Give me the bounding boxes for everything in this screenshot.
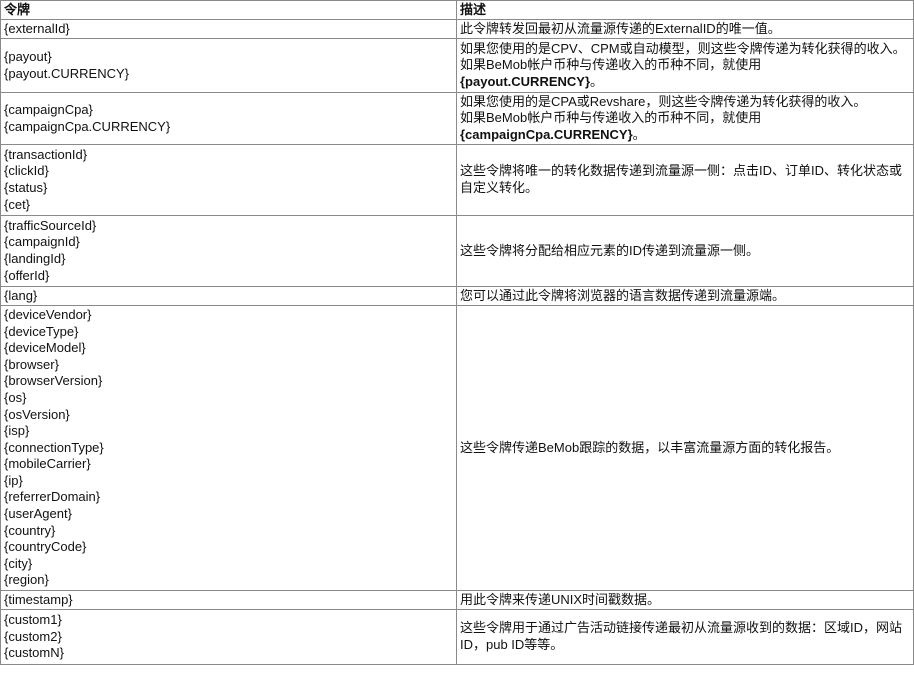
token-cell: {custom1} {custom2} {customN}: [0, 609, 457, 665]
header-row: 令牌 描述: [0, 0, 914, 20]
token-cell: {payout} {payout.CURRENCY}: [0, 38, 457, 93]
description-text: 这些令牌传递BeMob跟踪的数据，以丰富流量源方面的转化报告。: [460, 440, 910, 457]
description-sentence: 如果BeMob帐户币种与传递收入的币种不同，就使用: [460, 57, 762, 73]
token-name: {customN}: [4, 645, 64, 661]
description-cell: 您可以通过此令牌将浏览器的语言数据传递到流量源端。: [456, 286, 914, 306]
token-name: {custom1}: [4, 612, 62, 628]
token-cell: {externalId}: [0, 19, 457, 39]
token-name: {lang}: [4, 287, 38, 303]
table-row: {payout} {payout.CURRENCY} 如果您使用的是CPV、CPM或…: [0, 38, 914, 93]
token-name: {deviceModel}: [4, 340, 86, 356]
description-sentence: 这些令牌将唯一的转化数据传递到流量源一侧：点击ID、订单ID、转化状态或自定义转…: [460, 163, 903, 195]
token-name: {userAgent}: [4, 506, 72, 522]
token-name: {os}: [4, 389, 27, 405]
description-text: 如果BeMob帐户币种与传递收入的币种不同，就使用: [460, 57, 910, 74]
token-name: {custom2}: [4, 628, 62, 644]
token-name: {isp}: [4, 423, 30, 439]
token-cell: {campaignCpa} {campaignCpa.CURRENCY}: [0, 92, 457, 145]
description-text: {payout.CURRENCY}。: [460, 74, 910, 91]
token-name: {offerId}: [4, 267, 50, 283]
table-row: {externalId} 此令牌转发回最初从流量源传递的ExternalID的唯一…: [0, 19, 914, 39]
token-cell: {deviceVendor} {deviceType} {deviceModel}{…: [0, 305, 457, 591]
token-name: {referrerDomain}: [4, 489, 101, 505]
table-row: {custom1} {custom2} {customN} 这些令牌用于通过广告活动链…: [0, 609, 914, 665]
description-cell: 此令牌转发回最初从流量源传递的ExternalID的唯一值。: [456, 19, 914, 39]
token-name: {osVersion}: [4, 406, 70, 422]
token-cell: {transactionId} {clickId} {status} {cet}: [0, 144, 457, 216]
description-cell: 如果您使用的是CPA或Revshare，则这些令牌传递为转化获得的收入。 如果Be…: [456, 92, 914, 145]
description-text: 这些令牌将分配给相应元素的ID传递到流量源一侧。: [460, 243, 910, 260]
description-sentence: 您可以通过此令牌将浏览器的语言数据传递到流量源端。: [460, 287, 786, 303]
token-cell: {lang}: [0, 286, 457, 306]
description-text: 您可以通过此令牌将浏览器的语言数据传递到流量源端。: [460, 288, 910, 305]
description-text: 如果您使用的是CPV、CPM或自动模型，则这些令牌传递为转化获得的收入。: [460, 41, 910, 58]
token-name: {browser}: [4, 356, 59, 372]
token-name: {payout.CURRENCY}: [4, 65, 129, 81]
table-row: {deviceVendor} {deviceType} {deviceModel}{…: [0, 305, 914, 591]
token-name: {externalId}: [4, 20, 70, 36]
token-name: {city}: [4, 555, 33, 571]
token-name: {countryCode}: [4, 539, 87, 555]
description-cell: 这些令牌将分配给相应元素的ID传递到流量源一侧。: [456, 215, 914, 287]
description-sentence: 此令牌转发回最初从流量源传递的ExternalID的唯一值。: [460, 20, 781, 36]
description-punctuation: 。: [632, 126, 646, 142]
table-row: {timestamp} 用此令牌来传递UNIX时间戳数据。: [0, 590, 914, 610]
table-body: {externalId} 此令牌转发回最初从流量源传递的ExternalID的唯一…: [0, 19, 914, 665]
token-name: {campaignCpa.CURRENCY}: [4, 118, 171, 134]
description-sentence: 用此令牌来传递UNIX时间戳数据。: [460, 591, 661, 607]
token-table: 令牌 描述 {externalId} 此令牌转发回最初从流量源传递的Externa…: [0, 0, 914, 665]
token-cell: {trafficSourceId} {campaignId} {landingId}…: [0, 215, 457, 287]
token-name: {connectionType}: [4, 439, 104, 455]
description-sentence: 如果您使用的是CPA或Revshare，则这些令牌传递为转化获得的收入。: [460, 93, 867, 109]
token-name: {payout}: [4, 48, 52, 64]
description-text: 如果BeMob帐户币种与传递收入的币种不同，就使用: [460, 110, 910, 127]
description-text: 用此令牌来传递UNIX时间戳数据。: [460, 592, 910, 609]
token-reference: {payout.CURRENCY}: [460, 73, 591, 89]
header-token: 令牌: [0, 0, 457, 20]
token-name: {cet}: [4, 196, 31, 212]
token-name: {mobileCarrier}: [4, 456, 91, 472]
table-row: {campaignCpa} {campaignCpa.CURRENCY} 如果您使用…: [0, 92, 914, 145]
token-cell: {timestamp}: [0, 590, 457, 610]
token-reference: {campaignCpa.CURRENCY}: [460, 126, 633, 142]
description-text: 这些令牌将唯一的转化数据传递到流量源一侧：点击ID、订单ID、转化状态或自定义转…: [460, 163, 910, 196]
description-text: {campaignCpa.CURRENCY}。: [460, 127, 910, 144]
token-name: {landingId}: [4, 251, 66, 266]
description-sentence: 这些令牌将分配给相应元素的ID传递到流量源一侧。: [460, 242, 760, 258]
token-name: {timestamp}: [4, 591, 73, 607]
token-name: {browserVersion}: [4, 373, 103, 389]
token-name: {campaignCpa}: [4, 101, 93, 117]
description-punctuation: 。: [590, 73, 604, 89]
table-row: {trafficSourceId} {campaignId} {landingId}…: [0, 215, 914, 287]
description-sentence: 如果BeMob帐户币种与传递收入的币种不同，就使用: [460, 110, 762, 126]
token-name: {clickId}: [4, 163, 49, 179]
token-name: {status}: [4, 180, 48, 195]
description-cell: 用此令牌来传递UNIX时间戳数据。: [456, 590, 914, 610]
table-row: {lang} 您可以通过此令牌将浏览器的语言数据传递到流量源端。: [0, 286, 914, 306]
description-cell: 这些令牌传递BeMob跟踪的数据，以丰富流量源方面的转化报告。: [456, 305, 914, 591]
description-text: 如果您使用的是CPA或Revshare，则这些令牌传递为转化获得的收入。: [460, 94, 910, 111]
token-name: {ip}: [4, 472, 23, 488]
token-name: {trafficSourceId}: [4, 217, 97, 233]
description-cell: 这些令牌将唯一的转化数据传递到流量源一侧：点击ID、订单ID、转化状态或自定义转…: [456, 144, 914, 216]
description-sentence: 这些令牌用于通过广告活动链接传递最初从流量源收到的数据：区域ID，网站ID，pu…: [460, 620, 903, 652]
header-description: 描述: [456, 0, 914, 20]
token-name: {deviceType}: [4, 323, 79, 339]
description-sentence: 这些令牌传递BeMob跟踪的数据，以丰富流量源方面的转化报告。: [460, 439, 840, 455]
token-name: {campaignId}: [4, 234, 80, 250]
description-text: 这些令牌用于通过广告活动链接传递最初从流量源收到的数据：区域ID，网站ID，pu…: [460, 620, 910, 653]
table-row: {transactionId} {clickId} {status} {cet} 这些令…: [0, 144, 914, 216]
description-cell: 如果您使用的是CPV、CPM或自动模型，则这些令牌传递为转化获得的收入。 如果Be…: [456, 38, 914, 93]
token-name: {country}: [4, 522, 56, 538]
description-text: 此令牌转发回最初从流量源传递的ExternalID的唯一值。: [460, 21, 910, 38]
token-name: {deviceVendor}: [4, 306, 92, 322]
description-sentence: 如果您使用的是CPV、CPM或自动模型，则这些令牌传递为转化获得的收入。: [460, 40, 906, 56]
token-name: {transactionId}: [4, 146, 88, 162]
token-name: {region}: [4, 572, 49, 588]
description-cell: 这些令牌用于通过广告活动链接传递最初从流量源收到的数据：区域ID，网站ID，pu…: [456, 609, 914, 665]
